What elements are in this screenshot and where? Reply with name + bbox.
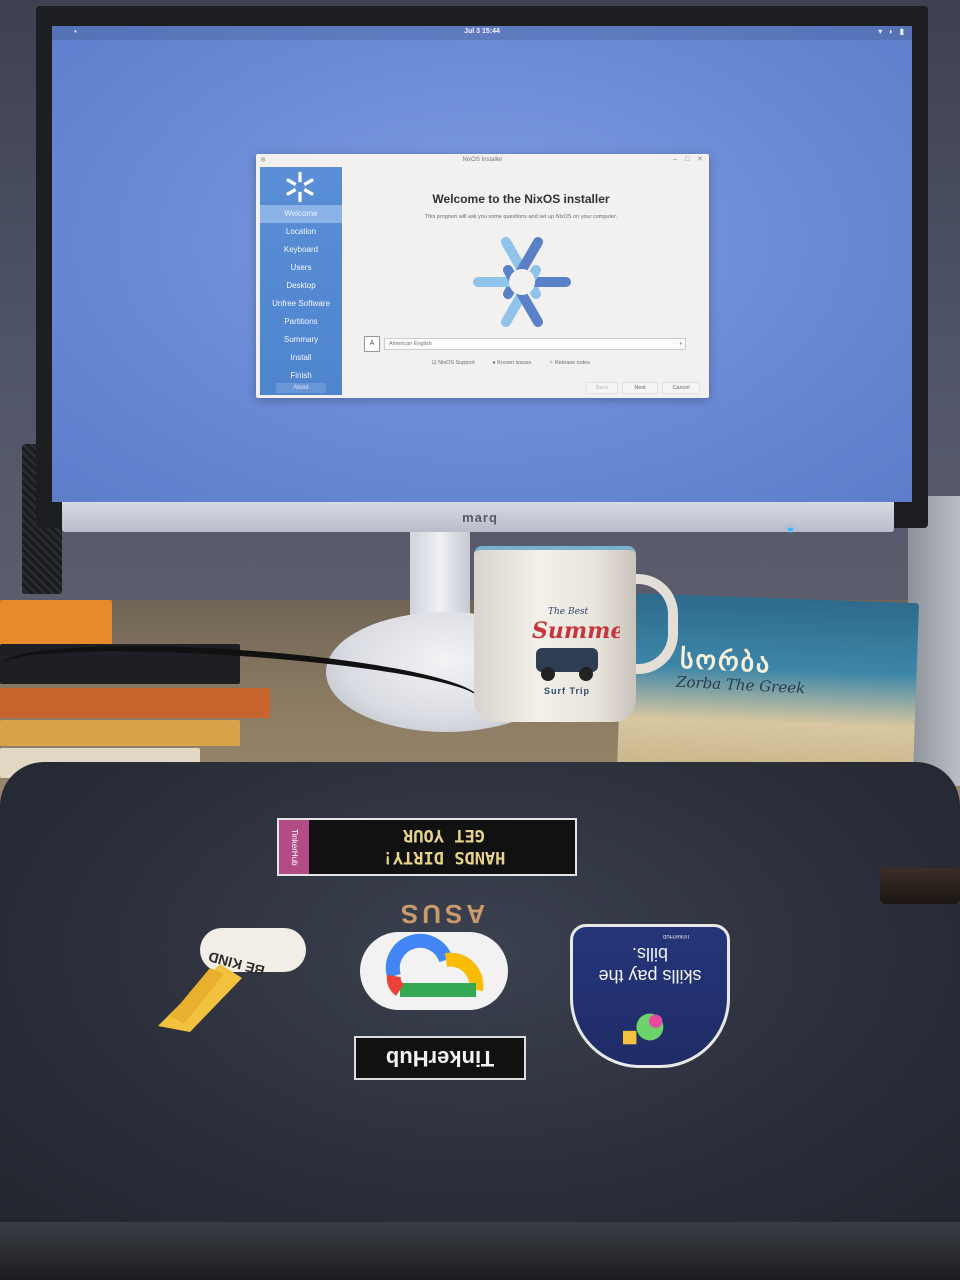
sidebar-item-welcome[interactable]: Welcome <box>260 205 342 223</box>
window-app-icon: ❄ <box>260 157 266 164</box>
sidebar-item-keyboard[interactable]: Keyboard <box>260 241 342 259</box>
sticker-skills-pay-the-bills: TinkerHub skills pay the bills. <box>570 924 730 1068</box>
sidebar-item-location[interactable]: Location <box>260 223 342 241</box>
sidebar-item-summary[interactable]: Summary <box>260 331 342 349</box>
sidebar-item-install[interactable]: Install <box>260 349 342 367</box>
monitor-screen: • Jul 3 15:44 ▾ ◗ ▮ ❄ NixOS Installer – … <box>52 26 912 502</box>
language-select[interactable]: American English ▾ <box>384 338 686 350</box>
window-titlebar[interactable]: ❄ NixOS Installer – □ ✕ <box>256 154 709 166</box>
mug-print: The Best Summer Surf Trip <box>532 607 620 696</box>
language-select-value: American English <box>389 341 432 347</box>
next-button[interactable]: Next <box>622 382 658 394</box>
sidebar-item-desktop[interactable]: Desktop <box>260 277 342 295</box>
monitor-brand: marq <box>462 510 498 525</box>
chevron-down-icon: ▾ <box>679 341 682 347</box>
known-issues-link[interactable]: ● Known issues <box>492 360 539 366</box>
nixos-support-link[interactable]: ⊡ NixOS Support <box>432 360 483 366</box>
cancel-button[interactable]: Cancel <box>662 382 700 394</box>
sticker-google-cloud <box>360 932 508 1010</box>
sticker-hands-text: HANDS DIRTY! GET YOUR <box>382 825 506 867</box>
asus-logo: ASUS <box>396 899 486 929</box>
laptop-edge <box>0 1222 960 1280</box>
sticker-be-kind: BE KIND <box>158 928 306 1032</box>
page-title: Welcome to the NixOS installer <box>432 192 610 206</box>
sticker-tinkerhub: TinkerHub <box>354 1036 526 1080</box>
top-bar: • Jul 3 15:44 ▾ ◗ ▮ <box>52 26 912 40</box>
sidebar-item-partitions[interactable]: Partitions <box>260 313 342 331</box>
system-tray-icons[interactable]: ▾ ◗ ▮ <box>878 27 906 36</box>
google-cloud-icon <box>385 933 484 997</box>
sidebar-steps: Welcome Location Keyboard Users Desktop … <box>260 205 342 385</box>
laptop-hinge <box>880 868 960 904</box>
nixos-logo-icon <box>473 237 571 327</box>
mug-line2: Summer <box>532 618 620 644</box>
top-bar-clock[interactable]: Jul 3 15:44 <box>432 28 532 35</box>
power-led <box>788 528 793 531</box>
window-controls[interactable]: – □ ✕ <box>673 155 706 163</box>
sidebar-item-users[interactable]: Users <box>260 259 342 277</box>
release-notes-link[interactable]: ✧ Release notes <box>549 360 598 366</box>
window-title: NixOS Installer <box>462 157 503 163</box>
nixos-snowflake-icon <box>286 171 314 203</box>
sticker-get-your-hands-dirty: TinkerHub HANDS DIRTY! GET YOUR <box>277 818 577 876</box>
language-icon: A <box>364 336 380 352</box>
sticker-skills-art <box>622 1013 664 1045</box>
sidebar-item-unfree-software[interactable]: Unfree Software <box>260 295 342 313</box>
back-button[interactable]: Back <box>586 382 618 394</box>
installer-sidebar: Welcome Location Keyboard Users Desktop … <box>260 167 342 395</box>
about-button[interactable]: About <box>276 383 326 393</box>
sticker-tab-tinkerhub: TinkerHub <box>279 820 309 874</box>
mug-line1: The Best <box>548 607 589 617</box>
installer-window: ❄ NixOS Installer – □ ✕ Welcome Location… <box>256 154 709 398</box>
help-links: ⊡ NixOS Support ● Known issues ✧ Release… <box>432 360 632 366</box>
sticker-skills-brand: TinkerHub <box>663 933 691 939</box>
page-subtitle: This program will ask you some questions… <box>424 214 618 220</box>
sticker-skills-text: skills pay the bills. <box>598 944 702 986</box>
mug-line3: Surf Trip <box>544 686 590 696</box>
activities-dot-icon[interactable]: • <box>74 27 77 36</box>
